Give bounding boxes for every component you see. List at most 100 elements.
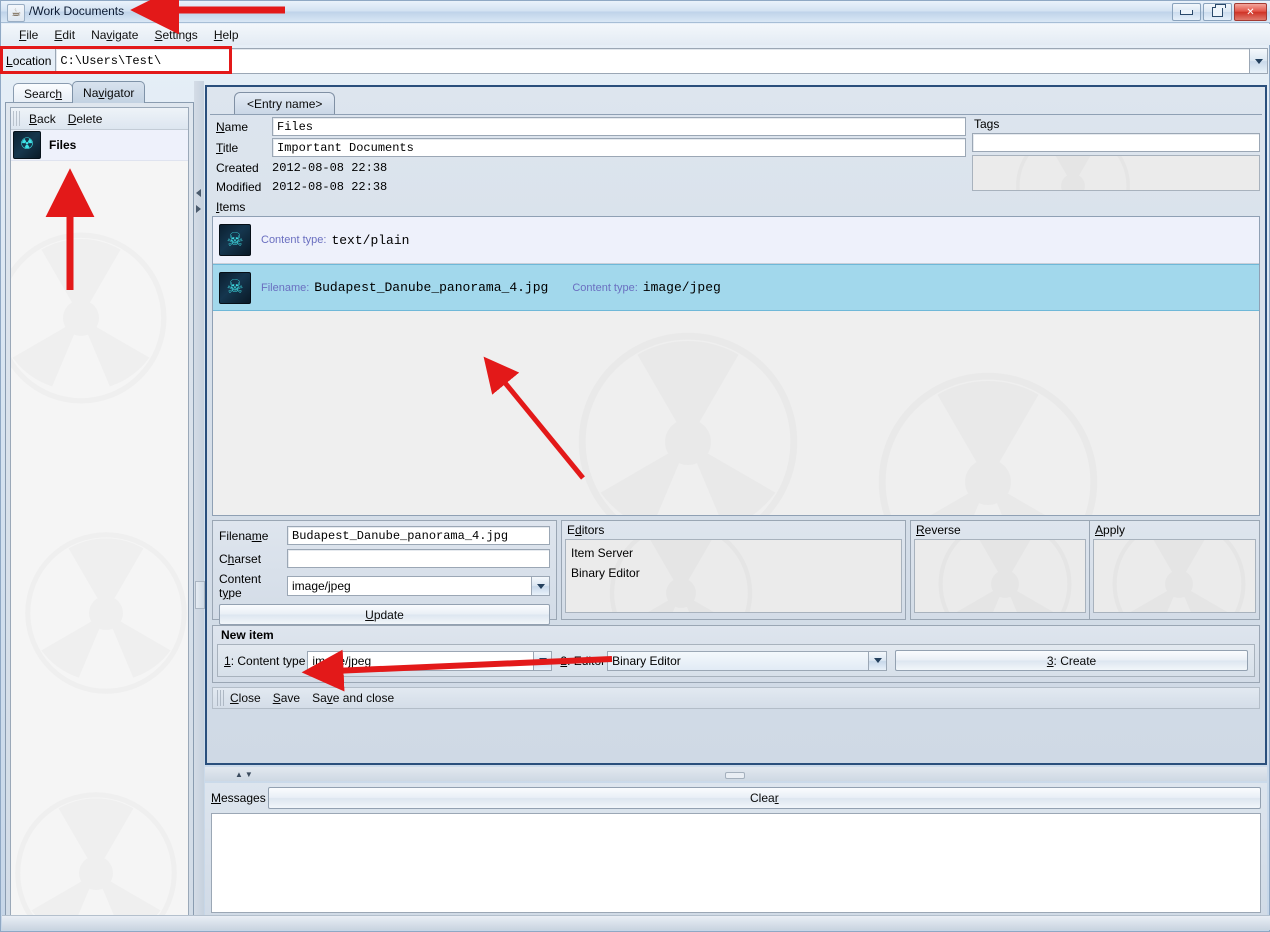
- menu-file[interactable]: File: [11, 26, 46, 44]
- menu-file-rest: ile: [26, 27, 39, 42]
- title-bar: ☕ /Work Documents ✕: [1, 1, 1270, 23]
- menu-help[interactable]: Help: [206, 26, 247, 44]
- reverse-list[interactable]: [914, 539, 1086, 613]
- item-detail-area: Filename Budapest_Danube_panorama_4.jpg …: [212, 520, 1260, 625]
- close-entry-button[interactable]: Close: [230, 691, 261, 705]
- menu-settings[interactable]: Settings: [146, 26, 205, 44]
- apply-list[interactable]: [1093, 539, 1256, 613]
- sidebar-tree-item-files[interactable]: ☢ Files: [11, 130, 188, 161]
- editors-list[interactable]: Item Server Binary Editor: [565, 539, 902, 613]
- radioactive-watermark-items-2: [878, 372, 1098, 515]
- detail-content-type-label: Content type: [219, 572, 262, 600]
- item-content-type-key: Content type:: [572, 281, 638, 294]
- detail-content-type-value: image/jpeg: [292, 579, 351, 593]
- detail-filename-label: Filename: [219, 528, 269, 543]
- tab-navigator[interactable]: Na v igator: [72, 81, 146, 103]
- title-label: Title: [216, 140, 239, 155]
- back-button[interactable]: Back: [23, 111, 62, 127]
- modified-value: 2012-08-08 22:38: [272, 179, 388, 194]
- list-item[interactable]: Item Server: [571, 543, 901, 563]
- menu-navigate[interactable]: Navigate: [83, 26, 146, 44]
- save-entry-button[interactable]: Save: [273, 691, 300, 705]
- skull-icon: ☠: [219, 224, 251, 256]
- detail-charset-field[interactable]: [287, 549, 550, 568]
- title-field[interactable]: Important Documents: [272, 138, 966, 157]
- item-row[interactable]: ☠ Content type: text/plain: [213, 217, 1259, 264]
- menu-bar: File Edit Navigate Settings Help: [2, 24, 1270, 45]
- apply-panel: Apply: [1090, 520, 1260, 620]
- name-field[interactable]: Files: [272, 117, 966, 136]
- item-detail-form: Filename Budapest_Danube_panorama_4.jpg …: [212, 520, 557, 625]
- splitter-handle[interactable]: [195, 581, 205, 609]
- update-button[interactable]: Update: [219, 604, 550, 625]
- menu-edit[interactable]: Edit: [46, 26, 83, 44]
- new-item-controls: 1: Content type image/jpeg 2: Editor Bin…: [217, 644, 1255, 677]
- save-and-close-button[interactable]: Save and close: [312, 691, 394, 705]
- item-row[interactable]: ☠ Filename: Budapest_Danube_panorama_4.j…: [213, 264, 1259, 311]
- new-item-editor-combo[interactable]: Binary Editor: [607, 650, 888, 671]
- sidebar-splitter[interactable]: [194, 81, 205, 929]
- combo-dropdown-button[interactable]: [868, 651, 887, 670]
- created-row: Created 2012-08-08 22:38: [212, 159, 966, 176]
- radioactive-watermark-reverse: [938, 540, 1072, 612]
- splitter-arrows-icon[interactable]: ▲▼: [235, 770, 255, 779]
- window-frame: ☕ /Work Documents ✕ File Edit Navigate S…: [0, 0, 1270, 932]
- java-cup-icon: ☕: [7, 4, 25, 22]
- chevron-down-icon: [1254, 58, 1263, 64]
- name-label: Name: [216, 119, 249, 134]
- window-controls: ✕: [1172, 3, 1267, 21]
- radioactive-watermark-items: [578, 332, 798, 515]
- location-bar: Location C:\Users\Test\: [3, 48, 1268, 74]
- chevron-down-icon: [538, 658, 547, 663]
- tags-list[interactable]: [972, 155, 1260, 191]
- create-button[interactable]: 3: Create: [895, 650, 1248, 671]
- created-label: Created: [216, 160, 259, 175]
- splitter-collapse-right-icon[interactable]: [196, 205, 201, 213]
- combo-dropdown-button[interactable]: [531, 577, 549, 595]
- tags-section: Tags: [972, 117, 1260, 197]
- modified-label: Modified: [216, 179, 262, 194]
- combo-dropdown-button[interactable]: [533, 651, 552, 670]
- restore-button[interactable]: [1203, 3, 1232, 21]
- tab-search[interactable]: Searc h: [13, 83, 74, 103]
- items-label: Items: [216, 200, 246, 214]
- new-item-content-type-value: image/jpeg: [312, 653, 372, 668]
- toolbar-grip[interactable]: [13, 111, 20, 126]
- window-title: /Work Documents: [29, 4, 125, 18]
- delete-button[interactable]: Delete: [62, 111, 109, 127]
- messages-splitter[interactable]: ▲▼: [205, 767, 1267, 781]
- detail-content-type-combo[interactable]: image/jpeg: [287, 576, 550, 596]
- location-dropdown-button[interactable]: [1249, 48, 1268, 74]
- detail-filename-row: Filename Budapest_Danube_panorama_4.jpg: [219, 526, 550, 545]
- status-bar: [2, 915, 1270, 930]
- clear-messages-button[interactable]: Clea r: [267, 787, 1261, 809]
- minimize-button[interactable]: [1172, 3, 1201, 21]
- list-item[interactable]: Binary Editor: [571, 563, 901, 583]
- entry-footer-actions: Close Save Save and close: [212, 687, 1260, 709]
- messages-header: Messages Clea r: [211, 787, 1261, 809]
- item-content-type-key: Content type:: [261, 234, 327, 246]
- sidebar-tab-row: Searc h Na v igator: [13, 81, 146, 103]
- splitter-collapse-left-icon[interactable]: [196, 189, 201, 197]
- sidebar-body: Back Delete ☢ Files: [5, 102, 194, 928]
- item-filename-key: Filename:: [261, 281, 310, 294]
- location-input[interactable]: C:\Users\Test\: [55, 48, 1249, 74]
- created-value: 2012-08-08 22:38: [272, 160, 388, 175]
- messages-text-area[interactable]: [211, 813, 1261, 913]
- new-item-content-type-combo[interactable]: image/jpeg: [307, 650, 553, 671]
- close-button[interactable]: ✕: [1234, 3, 1267, 21]
- reverse-label: Reverse: [916, 523, 961, 537]
- tags-input[interactable]: [972, 133, 1260, 152]
- detail-filename-field[interactable]: Budapest_Danube_panorama_4.jpg: [287, 526, 550, 545]
- menu-edit-rest: dit: [62, 27, 76, 42]
- items-list[interactable]: ☠ Content type: text/plain ☠ Filename: B…: [212, 216, 1260, 516]
- tab-entry-name[interactable]: <Entry name>: [234, 92, 336, 114]
- messages-panel: Messages Clea r: [205, 783, 1267, 923]
- footer-grip[interactable]: [217, 690, 224, 706]
- title-row: Title Important Documents: [212, 138, 966, 157]
- navigator-toolbar: Back Delete: [11, 108, 188, 130]
- tags-label: Tags: [974, 117, 1000, 131]
- entry-form: Name Files Title Important Documents Cre…: [210, 115, 1262, 709]
- splitter-handle[interactable]: [725, 772, 745, 779]
- new-item-content-type-label: 1: Content type: [224, 653, 306, 668]
